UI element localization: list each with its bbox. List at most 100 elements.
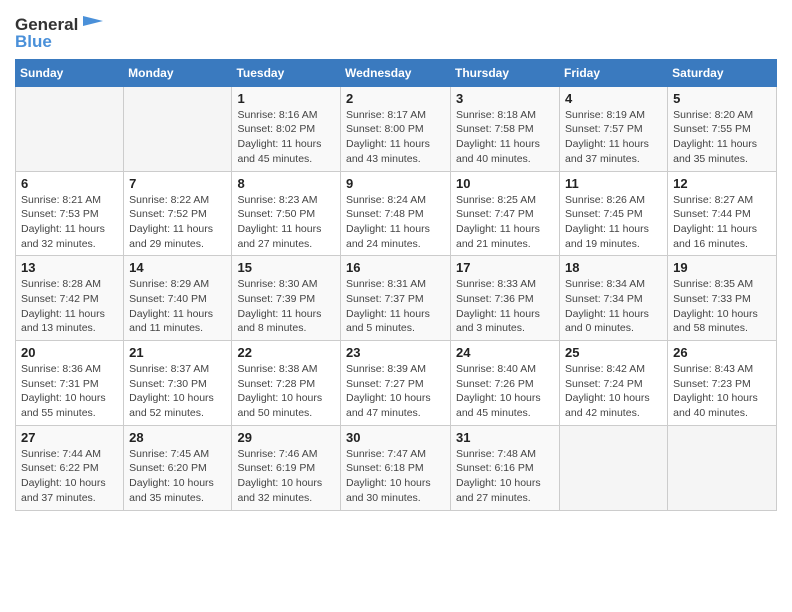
day-info: Sunrise: 8:37 AM Sunset: 7:30 PM Dayligh… — [129, 362, 226, 421]
calendar-cell: 15 Sunrise: 8:30 AM Sunset: 7:39 PM Dayli… — [232, 256, 341, 341]
calendar-cell: 18 Sunrise: 8:34 AM Sunset: 7:34 PM Dayli… — [560, 256, 668, 341]
calendar-cell — [124, 86, 232, 171]
calendar-cell: 2 Sunrise: 8:17 AM Sunset: 8:00 PM Daylig… — [341, 86, 451, 171]
day-number: 25 — [565, 345, 662, 360]
day-info: Sunrise: 8:29 AM Sunset: 7:40 PM Dayligh… — [129, 277, 226, 336]
day-number: 9 — [346, 176, 445, 191]
day-number: 16 — [346, 260, 445, 275]
calendar-cell: 12 Sunrise: 8:27 AM Sunset: 7:44 PM Dayli… — [668, 171, 777, 256]
calendar-cell: 20 Sunrise: 8:36 AM Sunset: 7:31 PM Dayli… — [16, 341, 124, 426]
day-info: Sunrise: 8:30 AM Sunset: 7:39 PM Dayligh… — [237, 277, 335, 336]
day-info: Sunrise: 7:44 AM Sunset: 6:22 PM Dayligh… — [21, 447, 118, 506]
day-number: 14 — [129, 260, 226, 275]
day-of-week-header: Tuesday — [232, 59, 341, 86]
calendar-cell: 10 Sunrise: 8:25 AM Sunset: 7:47 PM Dayli… — [451, 171, 560, 256]
calendar-cell: 8 Sunrise: 8:23 AM Sunset: 7:50 PM Daylig… — [232, 171, 341, 256]
day-info: Sunrise: 8:31 AM Sunset: 7:37 PM Dayligh… — [346, 277, 445, 336]
calendar-cell: 7 Sunrise: 8:22 AM Sunset: 7:52 PM Daylig… — [124, 171, 232, 256]
day-info: Sunrise: 8:25 AM Sunset: 7:47 PM Dayligh… — [456, 193, 554, 252]
day-info: Sunrise: 8:40 AM Sunset: 7:26 PM Dayligh… — [456, 362, 554, 421]
calendar-cell: 11Sunrise: 8:26 AM Sunset: 7:45 PM Dayli… — [560, 171, 668, 256]
calendar-cell: 14 Sunrise: 8:29 AM Sunset: 7:40 PM Dayli… — [124, 256, 232, 341]
calendar-cell: 30Sunrise: 7:47 AM Sunset: 6:18 PM Dayli… — [341, 425, 451, 510]
day-of-week-header: Wednesday — [341, 59, 451, 86]
day-info: Sunrise: 8:42 AM Sunset: 7:24 PM Dayligh… — [565, 362, 662, 421]
day-number: 17 — [456, 260, 554, 275]
day-info: Sunrise: 7:48 AM Sunset: 6:16 PM Dayligh… — [456, 447, 554, 506]
day-number: 15 — [237, 260, 335, 275]
day-info: Sunrise: 8:28 AM Sunset: 7:42 PM Dayligh… — [21, 277, 118, 336]
day-of-week-header: Monday — [124, 59, 232, 86]
day-number: 12 — [673, 176, 771, 191]
day-info: Sunrise: 8:26 AM Sunset: 7:45 PM Dayligh… — [565, 193, 662, 252]
day-info: Sunrise: 7:45 AM Sunset: 6:20 PM Dayligh… — [129, 447, 226, 506]
calendar-week-row: 27 Sunrise: 7:44 AM Sunset: 6:22 PM Dayli… — [16, 425, 777, 510]
logo-blue: Blue — [15, 32, 52, 52]
day-number: 23 — [346, 345, 445, 360]
day-info: Sunrise: 8:36 AM Sunset: 7:31 PM Dayligh… — [21, 362, 118, 421]
day-number: 10 — [456, 176, 554, 191]
logo: General Blue — [15, 15, 103, 53]
calendar-cell: 13 Sunrise: 8:28 AM Sunset: 7:42 PM Dayli… — [16, 256, 124, 341]
day-number: 19 — [673, 260, 771, 275]
day-number: 24 — [456, 345, 554, 360]
day-info: Sunrise: 8:17 AM Sunset: 8:00 PM Dayligh… — [346, 108, 445, 167]
day-number: 8 — [237, 176, 335, 191]
day-info: Sunrise: 8:16 AM Sunset: 8:02 PM Dayligh… — [237, 108, 335, 167]
day-info: Sunrise: 8:34 AM Sunset: 7:34 PM Dayligh… — [565, 277, 662, 336]
calendar-cell: 1 Sunrise: 8:16 AM Sunset: 8:02 PM Daylig… — [232, 86, 341, 171]
day-number: 7 — [129, 176, 226, 191]
day-info: Sunrise: 8:27 AM Sunset: 7:44 PM Dayligh… — [673, 193, 771, 252]
day-number: 1 — [237, 91, 335, 106]
calendar-cell: 31Sunrise: 7:48 AM Sunset: 6:16 PM Dayli… — [451, 425, 560, 510]
day-info: Sunrise: 8:20 AM Sunset: 7:55 PM Dayligh… — [673, 108, 771, 167]
calendar-cell: 27 Sunrise: 7:44 AM Sunset: 6:22 PM Dayli… — [16, 425, 124, 510]
calendar-cell: 29 Sunrise: 7:46 AM Sunset: 6:19 PM Dayli… — [232, 425, 341, 510]
day-number: 30 — [346, 430, 445, 445]
day-number: 26 — [673, 345, 771, 360]
day-info: Sunrise: 8:22 AM Sunset: 7:52 PM Dayligh… — [129, 193, 226, 252]
day-number: 28 — [129, 430, 226, 445]
calendar-cell: 26 Sunrise: 8:43 AM Sunset: 7:23 PM Dayli… — [668, 341, 777, 426]
day-number: 22 — [237, 345, 335, 360]
day-info: Sunrise: 8:18 AM Sunset: 7:58 PM Dayligh… — [456, 108, 554, 167]
day-number: 6 — [21, 176, 118, 191]
calendar-cell: 6 Sunrise: 8:21 AM Sunset: 7:53 PM Daylig… — [16, 171, 124, 256]
day-number: 5 — [673, 91, 771, 106]
calendar-cell: 4 Sunrise: 8:19 AM Sunset: 7:57 PM Daylig… — [560, 86, 668, 171]
day-number: 4 — [565, 91, 662, 106]
calendar-cell: 19Sunrise: 8:35 AM Sunset: 7:33 PM Dayli… — [668, 256, 777, 341]
day-number: 27 — [21, 430, 118, 445]
calendar-cell: 28 Sunrise: 7:45 AM Sunset: 6:20 PM Dayli… — [124, 425, 232, 510]
calendar-week-row: 6 Sunrise: 8:21 AM Sunset: 7:53 PM Daylig… — [16, 171, 777, 256]
day-of-week-header: Saturday — [668, 59, 777, 86]
calendar-cell — [668, 425, 777, 510]
calendar-cell — [560, 425, 668, 510]
day-number: 29 — [237, 430, 335, 445]
calendar-cell: 23Sunrise: 8:39 AM Sunset: 7:27 PM Dayli… — [341, 341, 451, 426]
calendar-cell: 21 Sunrise: 8:37 AM Sunset: 7:30 PM Dayli… — [124, 341, 232, 426]
day-of-week-header: Sunday — [16, 59, 124, 86]
day-number: 20 — [21, 345, 118, 360]
day-info: Sunrise: 8:19 AM Sunset: 7:57 PM Dayligh… — [565, 108, 662, 167]
day-number: 3 — [456, 91, 554, 106]
day-info: Sunrise: 8:24 AM Sunset: 7:48 PM Dayligh… — [346, 193, 445, 252]
day-number: 18 — [565, 260, 662, 275]
calendar-cell: 3 Sunrise: 8:18 AM Sunset: 7:58 PM Daylig… — [451, 86, 560, 171]
calendar-table: SundayMondayTuesdayWednesdayThursdayFrid… — [15, 59, 777, 511]
day-info: Sunrise: 8:43 AM Sunset: 7:23 PM Dayligh… — [673, 362, 771, 421]
day-info: Sunrise: 8:21 AM Sunset: 7:53 PM Dayligh… — [21, 193, 118, 252]
day-info: Sunrise: 8:38 AM Sunset: 7:28 PM Dayligh… — [237, 362, 335, 421]
logo-flag-icon — [81, 16, 103, 32]
logo-wrapper: General Blue — [15, 15, 103, 53]
calendar-header-row: SundayMondayTuesdayWednesdayThursdayFrid… — [16, 59, 777, 86]
day-number: 21 — [129, 345, 226, 360]
calendar-cell: 9 Sunrise: 8:24 AM Sunset: 7:48 PM Daylig… — [341, 171, 451, 256]
calendar-cell: 24 Sunrise: 8:40 AM Sunset: 7:26 PM Dayli… — [451, 341, 560, 426]
calendar-week-row: 13 Sunrise: 8:28 AM Sunset: 7:42 PM Dayli… — [16, 256, 777, 341]
day-number: 13 — [21, 260, 118, 275]
day-number: 2 — [346, 91, 445, 106]
day-of-week-header: Friday — [560, 59, 668, 86]
day-info: Sunrise: 7:46 AM Sunset: 6:19 PM Dayligh… — [237, 447, 335, 506]
day-info: Sunrise: 8:23 AM Sunset: 7:50 PM Dayligh… — [237, 193, 335, 252]
